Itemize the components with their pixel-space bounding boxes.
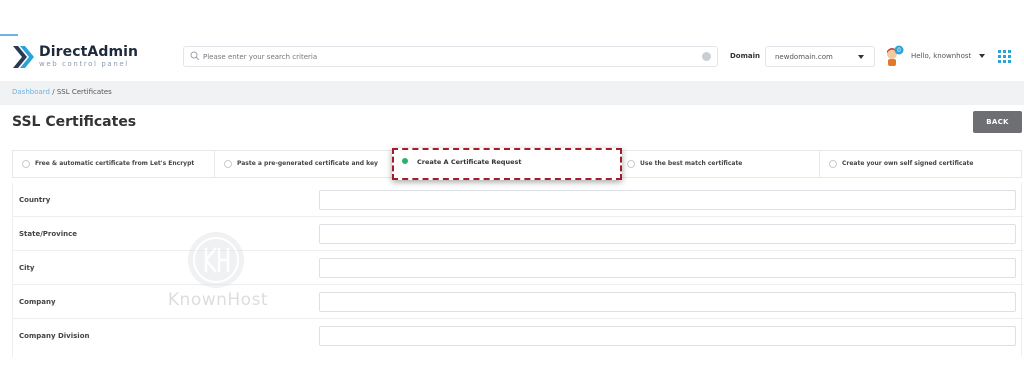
search-box[interactable]	[183, 46, 718, 67]
breadcrumb: Dashboard / SSL Certificates	[12, 88, 112, 96]
country-label: Country	[19, 196, 51, 204]
chevron-down-icon	[858, 55, 864, 59]
screen: DirectAdmin web control panel Domain new…	[0, 0, 1024, 387]
option-label: Create your own self signed certificate	[842, 160, 974, 167]
option-label: Paste a pre-generated certificate and ke…	[237, 160, 378, 167]
logo-title: DirectAdmin	[39, 44, 139, 60]
company-division-label: Company Division	[19, 332, 90, 340]
notification-count: 0	[897, 47, 901, 54]
company-field[interactable]	[319, 292, 1016, 312]
breadcrumb-separator: /	[52, 88, 55, 96]
city-field[interactable]	[319, 258, 1016, 278]
breadcrumb-home-link[interactable]: Dashboard	[12, 88, 50, 96]
username: knownhost	[933, 52, 972, 60]
domain-label: Domain	[730, 52, 761, 60]
domain-select[interactable]: newdomain.com	[765, 46, 875, 67]
greeting-text: Hello,	[911, 52, 931, 60]
search-clear-icon[interactable]	[702, 52, 711, 61]
company-label: Company	[19, 298, 56, 306]
search-input[interactable]	[203, 49, 693, 64]
form-row-company-division: Company Division	[13, 319, 1023, 353]
option-label: Create A Certificate Request	[417, 158, 522, 166]
country-field[interactable]	[319, 190, 1016, 210]
back-button[interactable]: BACK	[973, 111, 1022, 133]
certificate-request-form: Country State/Province City Company Comp…	[12, 183, 1023, 357]
form-row-company: Company	[13, 285, 1023, 319]
page-title: SSL Certificates	[12, 114, 137, 130]
option-letsencrypt[interactable]: Free & automatic certificate from Let's …	[13, 151, 215, 177]
radio-icon[interactable]	[829, 160, 837, 168]
option-self-signed[interactable]: Create your own self signed certificate	[820, 151, 1021, 177]
state-field[interactable]	[319, 224, 1016, 244]
option-label: Use the best match certificate	[640, 160, 743, 167]
user-menu-chevron-icon[interactable]	[979, 54, 985, 58]
breadcrumb-bar	[0, 81, 1024, 105]
option-create-certificate-request[interactable]: Create A Certificate Request	[392, 148, 622, 180]
form-row-state: State/Province	[13, 217, 1023, 251]
apps-grid-icon[interactable]	[998, 50, 1011, 63]
radio-icon[interactable]	[627, 160, 635, 168]
logo-subtitle: web control panel	[39, 60, 129, 68]
form-row-city: City	[13, 251, 1023, 285]
logo-chevron-icon	[13, 46, 34, 68]
search-icon	[190, 51, 200, 61]
radio-icon[interactable]	[224, 160, 232, 168]
option-best-match[interactable]: Use the best match certificate	[618, 151, 820, 177]
option-paste-certificate[interactable]: Paste a pre-generated certificate and ke…	[215, 151, 395, 177]
form-row-country: Country	[13, 183, 1023, 217]
directadmin-logo[interactable]: DirectAdmin web control panel	[11, 44, 138, 74]
radio-icon[interactable]	[22, 160, 30, 168]
breadcrumb-current: SSL Certificates	[56, 88, 112, 96]
accent-line	[0, 34, 18, 36]
company-division-field[interactable]	[319, 326, 1016, 346]
domain-value: newdomain.com	[775, 53, 833, 61]
user-greeting[interactable]: Hello, knownhost	[911, 52, 971, 60]
user-avatar-icon[interactable]: 0	[884, 45, 904, 67]
state-label: State/Province	[19, 230, 77, 238]
city-label: City	[19, 264, 35, 272]
option-label: Free & automatic certificate from Let's …	[35, 160, 195, 167]
radio-selected-icon[interactable]	[402, 158, 408, 164]
